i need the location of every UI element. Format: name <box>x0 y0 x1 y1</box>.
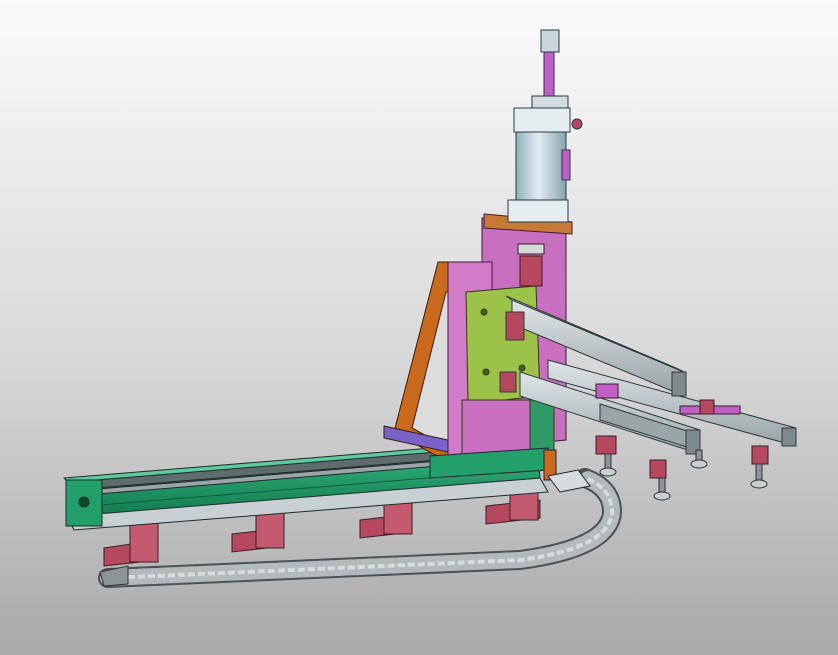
floating-joint <box>517 243 545 287</box>
gantry-robot-model <box>62 29 797 588</box>
pneumatic-cylinder <box>507 29 583 223</box>
piston-rod <box>543 51 555 99</box>
rod-end-nut <box>540 29 560 53</box>
suction-cups <box>599 449 768 501</box>
cad-viewport[interactable] <box>0 0 838 655</box>
